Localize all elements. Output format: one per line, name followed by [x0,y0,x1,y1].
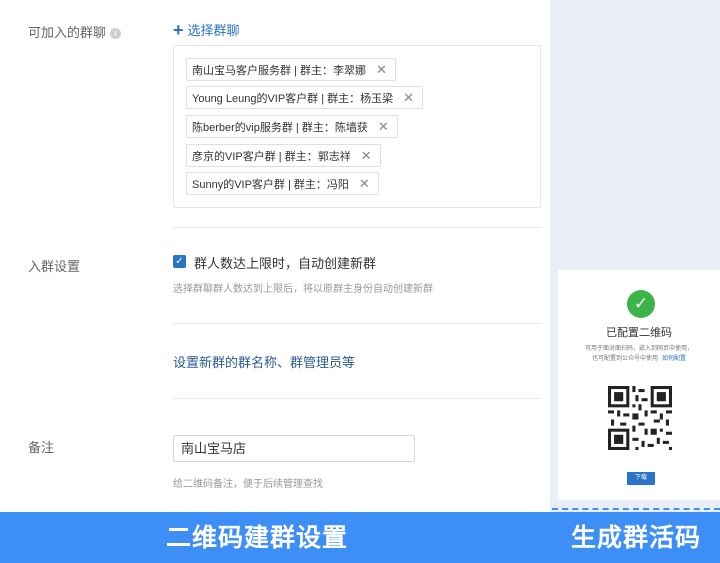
groups-field: 可加入的群聊 i [28,22,122,41]
group-tag: 陈berber的vip服务群 | 群主：陈墙获 ✕ [186,115,398,138]
close-icon[interactable]: ✕ [403,90,414,106]
add-group-button[interactable]: + 选择群聊 [173,20,240,39]
auto-create-label[interactable]: 群人数达上限时，自动创建新群 [194,253,376,272]
qr-card-desc-1: 可用于面对面扫码，嵌入到网页中使用， [584,346,693,352]
remark-hint: 给二维码备注，便于后续管理查找 [173,479,323,490]
auto-create-checkbox[interactable]: ✓ [173,255,186,268]
selected-groups-box: 南山宝马客户服务群 | 群主：李翠娜 ✕ Young Leung的VIP客户群 … [173,45,541,208]
right-caption: 生成群活码 [571,524,702,552]
set-new-group-link[interactable]: 设置新群的群名称、群管理员等 [173,352,355,371]
qr-card-desc-2-text: 也可配置到公众号中使用 [591,356,658,362]
plus-icon: + [173,19,184,40]
group-tag: 彦京的VIP客户群 | 群主：郭志祥 ✕ [186,144,381,167]
how-to-configure-link[interactable]: 如何配置 [662,356,686,362]
qr-card-desc-2: 也可配置到公众号中使用 如何配置 [558,353,720,362]
qr-card-title: 已配置二维码 [606,327,672,339]
add-group-label: 选择群聊 [187,23,240,38]
qr-code-icon [608,386,672,450]
divider [173,398,541,399]
group-tag-label: 彦京的VIP客户群 | 群主：郭志祥 [192,150,351,163]
group-tag-label: Young Leung的VIP客户群 | 群主：杨玉梁 [192,92,394,105]
remark-label: 备注 [28,440,55,455]
group-tag: 南山宝马客户服务群 | 群主：李翠娜 ✕ [186,58,396,81]
group-tag: Sunny的VIP客户群 | 群主：冯阳 ✕ [186,172,379,195]
close-icon[interactable]: ✕ [376,62,387,78]
auto-create-hint: 选择群聊群人数达到上限后，将以原群主身份自动创建新群 [173,284,433,295]
group-tag-label: Sunny的VIP客户群 | 群主：冯阳 [192,178,349,191]
download-button[interactable]: 下载 [627,472,655,485]
group-tag: Young Leung的VIP客户群 | 群主：杨玉梁 ✕ [186,86,424,109]
info-icon[interactable]: i [110,28,122,39]
qr-preview-card: ✓ 已配置二维码 可用于面对面扫码，嵌入到网页中使用， 也可配置到公众号中使用如… [558,270,720,500]
group-tag-label: 陈berber的vip服务群 | 群主：陈墙获 [192,121,368,134]
groups-label: 可加入的群聊 [28,25,107,40]
divider [173,323,541,324]
group-settings-panel: 可加入的群聊 i + 选择群聊 南山宝马客户服务群 | 群主：李翠娜 ✕ Youn… [0,0,550,512]
close-icon[interactable]: ✕ [361,148,372,164]
join-settings-label: 入群设置 [28,259,81,274]
left-caption: 二维码建群设置 [166,524,349,552]
remark-input[interactable]: 南山宝马店 [173,435,415,462]
group-tag-label: 南山宝马客户服务群 | 群主：李翠娜 [192,64,366,77]
close-icon[interactable]: ✕ [359,176,370,192]
check-icon: ✓ [627,290,655,318]
dashed-divider [552,508,720,510]
close-icon[interactable]: ✕ [378,119,389,135]
divider [173,227,541,228]
